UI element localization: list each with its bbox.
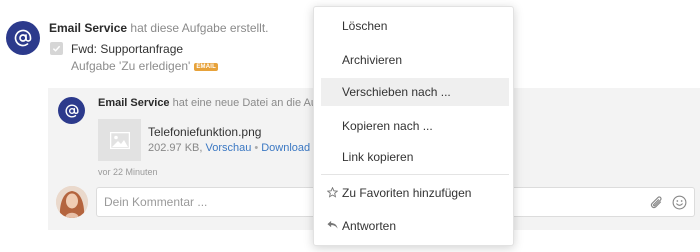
at-sign-icon [14, 29, 32, 47]
file-post-action: hat eine neue Datei an die Au [172, 97, 317, 109]
user-photo-icon [56, 186, 88, 218]
star-outline-icon [327, 187, 338, 198]
task-status: Aufgabe 'Zu erledigen' EMAIL [71, 59, 219, 73]
menu-item-add-favorite[interactable]: Zu Favoriten hinzufügen [321, 179, 509, 207]
activity-line: Email Service hat diese Aufgabe erstellt… [49, 21, 269, 35]
menu-item-reply[interactable]: Antworten [321, 212, 509, 240]
task-checkbox[interactable] [50, 42, 63, 55]
image-icon [109, 131, 130, 149]
menu-item-move-to[interactable]: Verschieben nach ... [321, 78, 509, 106]
menu-item-label: Link kopieren [342, 150, 414, 164]
post-timestamp: vor 22 Minuten [98, 167, 158, 177]
download-link[interactable]: Download [261, 142, 310, 154]
at-sign-icon [65, 103, 79, 118]
task-status-text: Aufgabe 'Zu erledigen' [71, 59, 191, 73]
file-post-line: Email Service hat eine neue Datei an die… [98, 97, 317, 109]
paperclip-icon[interactable] [650, 195, 664, 211]
task-title[interactable]: Fwd: Supportanfrage [71, 42, 183, 56]
author-name[interactable]: Email Service [98, 97, 170, 109]
menu-item-label: Verschieben nach ... [342, 85, 451, 99]
menu-item-label: Antworten [342, 219, 397, 233]
emoji-icon[interactable] [672, 195, 687, 210]
email-badge: EMAIL [194, 63, 219, 71]
separator-dot: • [254, 142, 259, 154]
menu-item-label: Zu Favoriten hinzufügen [342, 186, 472, 200]
menu-item-label: Archivieren [342, 53, 403, 67]
file-name[interactable]: Telefoniefunktion.png [148, 125, 261, 139]
menu-item-label: Kopieren nach ... [342, 119, 433, 133]
email-service-avatar-small[interactable] [58, 97, 85, 124]
file-size: 202.97 KB, [148, 142, 203, 154]
user-avatar[interactable] [56, 186, 88, 218]
file-meta: 202.97 KB, Vorschau • Download [148, 142, 310, 154]
menu-item-label: Löschen [342, 19, 388, 33]
activity-action: hat diese Aufgabe erstellt. [130, 21, 269, 35]
menu-item-archive[interactable]: Archivieren [321, 46, 509, 74]
check-icon [52, 45, 61, 52]
author-name[interactable]: Email Service [49, 21, 127, 35]
menu-item-copy-to[interactable]: Kopieren nach ... [321, 112, 509, 140]
reply-arrow-icon [327, 220, 338, 229]
context-menu: Löschen Archivieren Verschieben nach ...… [313, 6, 514, 246]
preview-link[interactable]: Vorschau [206, 142, 252, 154]
email-service-avatar[interactable] [6, 21, 40, 55]
menu-item-delete[interactable]: Löschen [321, 12, 509, 40]
menu-item-copy-link[interactable]: Link kopieren [321, 143, 509, 171]
menu-separator [321, 174, 509, 175]
file-thumbnail[interactable] [98, 119, 141, 161]
